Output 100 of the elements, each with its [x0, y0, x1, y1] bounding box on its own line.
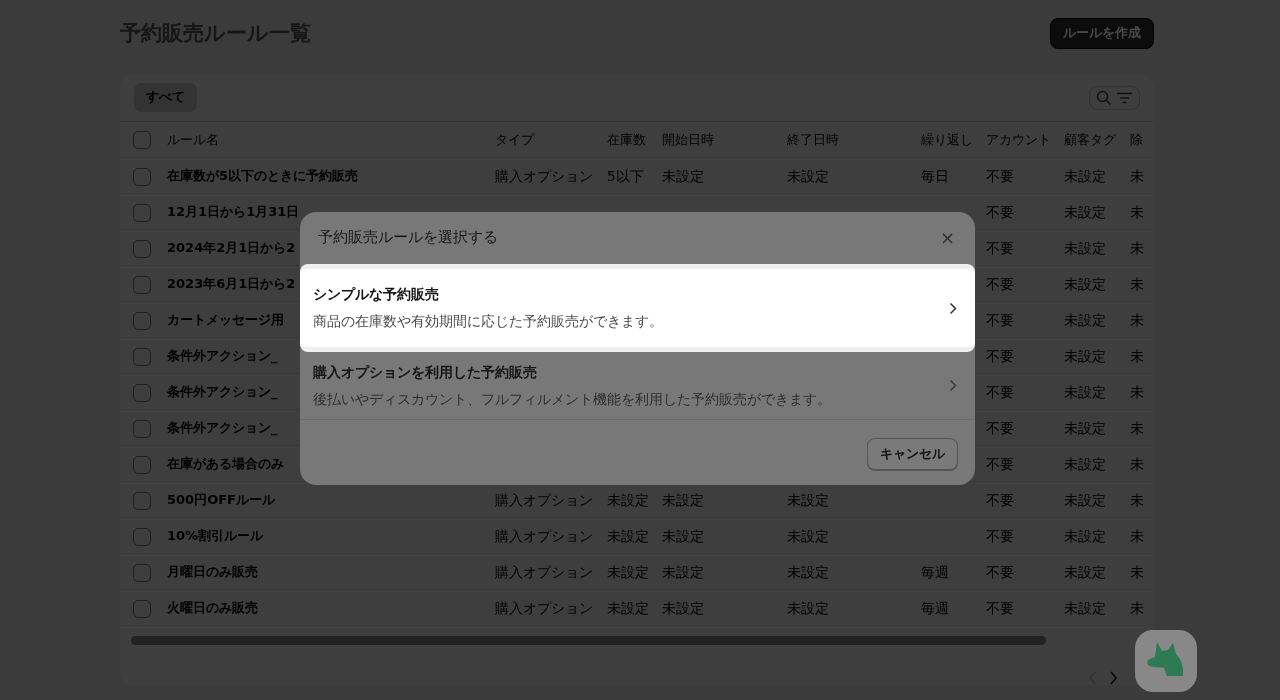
table-cell: 未 — [1130, 239, 1144, 256]
table-cell: 未設定 — [1064, 563, 1106, 580]
column-header: 終了日時 — [787, 131, 839, 147]
row-checkbox[interactable] — [133, 275, 151, 294]
cancel-button[interactable]: キャンセル — [867, 438, 958, 470]
rule-name: 月曜日のみ販売 — [167, 564, 258, 579]
row-checkbox[interactable] — [133, 599, 151, 618]
table-cell: 不要 — [986, 419, 1014, 436]
chevron-right-icon — [949, 301, 957, 315]
table-cell: 未 — [1130, 311, 1144, 328]
table-cell: 不要 — [986, 599, 1014, 616]
row-checkbox[interactable] — [133, 311, 151, 330]
option-description: 後払いやディスカウント、フルフィルメント機能を利用した予約販売ができます。 — [313, 389, 831, 409]
rule-name: 500円OFFルール — [167, 492, 275, 507]
table-cell: 毎週 — [921, 599, 949, 616]
row-checkbox[interactable] — [133, 563, 151, 582]
option-title: シンプルな予約販売 — [313, 285, 440, 305]
row-checkbox[interactable] — [133, 455, 151, 474]
table-cell: 未 — [1130, 455, 1144, 472]
table-cell: 毎週 — [921, 563, 949, 580]
rule-name: 2023年6月1日から2 — [167, 276, 296, 291]
table-cell: 未設定 — [1064, 527, 1106, 544]
rule-name: 在庫がある場合のみ — [167, 456, 284, 471]
create-rule-button[interactable]: ルールを作成 — [1050, 18, 1154, 49]
row-checkbox[interactable] — [133, 347, 151, 366]
next-page-icon[interactable] — [1109, 671, 1118, 685]
rule-name: 条件外アクション_ — [167, 420, 278, 435]
table-cell: 未設定 — [1064, 383, 1106, 400]
table-cell: 未設定 — [662, 491, 704, 508]
table-cell: 未 — [1130, 491, 1144, 508]
chat-launcher-button[interactable] — [1135, 630, 1197, 692]
row-checkbox[interactable] — [133, 419, 151, 438]
table-cell: 不要 — [986, 563, 1014, 580]
row-checkbox[interactable] — [133, 203, 151, 222]
column-header: 開始日時 — [662, 131, 714, 147]
row-checkbox[interactable] — [133, 383, 151, 402]
table-cell: 未設定 — [787, 167, 829, 184]
table-cell: 未 — [1130, 167, 1144, 184]
option-item[interactable]: 購入オプションを利用した予約販売 後払いやディスカウント、フルフィルメント機能を利用した予約販売ができます。 — [300, 352, 975, 420]
table-cell: 未 — [1130, 419, 1144, 436]
table-cell: 未設定 — [662, 563, 704, 580]
chevron-right-icon — [949, 379, 957, 392]
row-checkbox[interactable] — [133, 527, 151, 546]
table-cell: 不要 — [986, 275, 1014, 292]
table-cell: 未設定 — [1064, 275, 1106, 292]
table-cell: 未設定 — [787, 527, 829, 544]
table-cell: 未設定 — [1064, 311, 1106, 328]
table-cell: 未設定 — [1064, 347, 1106, 364]
row-checkbox[interactable] — [133, 167, 151, 186]
table-cell: 未 — [1130, 203, 1144, 220]
column-header: 顧客タグ — [1064, 131, 1116, 147]
search-icon — [1096, 89, 1112, 106]
column-header: タイプ — [495, 131, 534, 147]
row-checkbox[interactable] — [133, 491, 151, 510]
table-cell: 未設定 — [1064, 239, 1106, 256]
rule-name: カートメッセージ用 — [167, 312, 284, 327]
table-cell: 未設定 — [787, 599, 829, 616]
table-cell: 不要 — [986, 311, 1014, 328]
option-item[interactable]: シンプルな予約販売 商品の在庫数や有効期間に応じた予約販売ができます。 — [300, 264, 975, 352]
table-cell: 不要 — [986, 527, 1014, 544]
table-cell: 未設定 — [1064, 419, 1106, 436]
scrollbar[interactable] — [131, 636, 1046, 646]
rule-name: 在庫数が5以下のときに予約販売 — [167, 168, 359, 183]
option-title: 購入オプションを利用した予約販売 — [313, 362, 538, 382]
table-cell: 不要 — [986, 167, 1014, 184]
table-cell: 不要 — [986, 347, 1014, 364]
table-cell: 未設定 — [607, 599, 649, 616]
table-cell: 不要 — [986, 203, 1014, 220]
table-cell: 5以下 — [607, 167, 644, 184]
rule-name: 条件外アクション_ — [167, 384, 278, 399]
table-cell: 未 — [1130, 563, 1144, 580]
table-cell: 未設定 — [662, 599, 704, 616]
table-cell: 未設定 — [1064, 455, 1106, 472]
select-all-checkbox[interactable] — [133, 131, 151, 150]
table-cell: 未 — [1130, 275, 1144, 292]
column-header: 除 — [1130, 131, 1143, 147]
table-cell: 未設定 — [607, 491, 649, 508]
table-cell: 未設定 — [607, 527, 649, 544]
dialog-title: 予約販売ルールを選択する — [318, 228, 498, 248]
close-button[interactable]: × — [937, 227, 957, 249]
table-cell: 未 — [1130, 383, 1144, 400]
option-description: 商品の在庫数や有効期間に応じた予約販売ができます。 — [313, 312, 663, 332]
table-cell: 不要 — [986, 239, 1014, 256]
table-cell: 未 — [1130, 527, 1144, 544]
rule-name: 10%割引ルール — [167, 528, 264, 543]
rule-name: 2024年2月1日から2 — [167, 240, 296, 255]
table-cell: 未設定 — [1064, 167, 1106, 184]
table-cell: 未設定 — [662, 527, 704, 544]
table-cell: 未 — [1130, 599, 1144, 616]
table-cell: 未設定 — [1064, 203, 1106, 220]
column-header: 在庫数 — [607, 131, 646, 147]
table-cell: 未設定 — [1064, 599, 1106, 616]
table-cell: 不要 — [986, 383, 1014, 400]
row-checkbox[interactable] — [133, 239, 151, 258]
table-cell: 未設定 — [787, 491, 829, 508]
search-filter-button[interactable] — [1089, 85, 1140, 110]
table-cell: 毎日 — [921, 167, 949, 184]
table-cell: 未設定 — [662, 167, 704, 184]
table-cell: 不要 — [986, 455, 1014, 472]
table-cell: 未設定 — [1064, 491, 1106, 508]
